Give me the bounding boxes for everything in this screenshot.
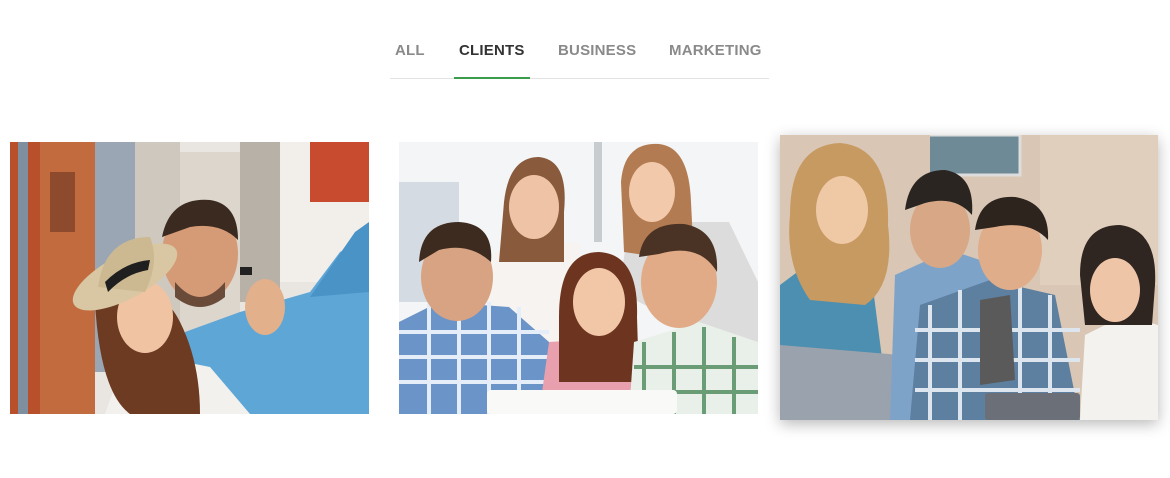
friends-tablet-photo [780,135,1158,420]
tab-all[interactable]: ALL [395,42,425,78]
gallery-item-friends-tablet[interactable] [780,135,1158,420]
couple-selfie-photo [10,142,369,414]
tab-clients[interactable]: CLIENTS [454,42,530,79]
tab-marketing[interactable]: MARKETING [669,42,762,78]
gallery-item-couple-selfie[interactable] [10,142,369,414]
gallery-item-team-laptop[interactable] [399,142,758,414]
portfolio-filter-nav: ALL CLIENTS BUSINESS MARKETING [390,30,769,79]
team-laptop-photo [399,142,758,414]
tab-business[interactable]: BUSINESS [558,42,636,78]
